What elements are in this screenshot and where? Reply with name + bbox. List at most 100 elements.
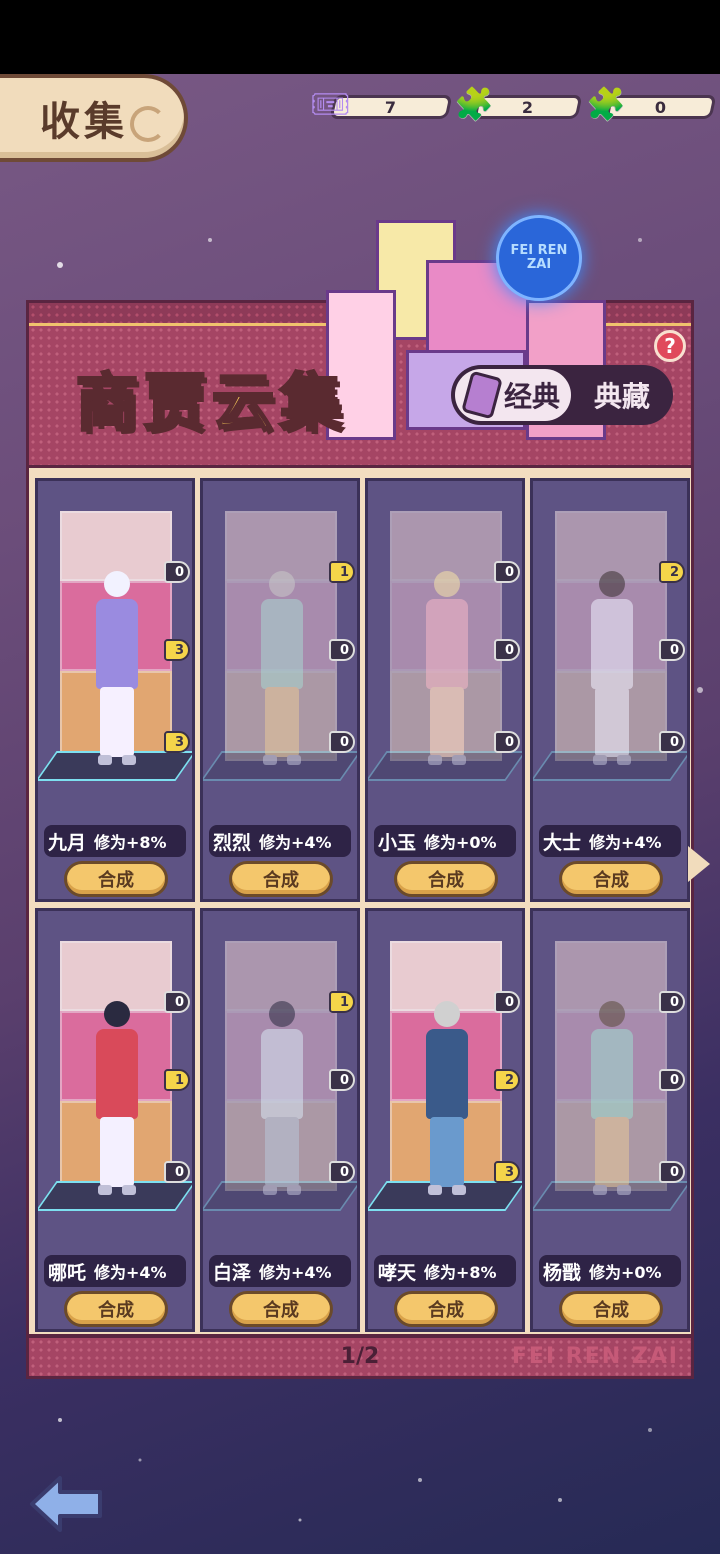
character-figure [86,571,146,771]
tab-collection-label: 典藏 [593,380,650,413]
page-title: 收集 [40,99,128,145]
character-name: 大士 [543,831,582,854]
merge-button[interactable]: 合成 [394,861,498,897]
character-name: 白泽 [213,1261,252,1284]
character-card[interactable]: 1 0 0 白泽 修为+4% 合成 [200,908,360,1332]
piece-count-badge: 3 [494,1161,520,1183]
tag-icon [461,370,503,420]
neon-sign-text: FEI REN ZAI [510,243,568,272]
piece-count-badge: 1 [329,991,355,1013]
puzzle-purple-icon: 🧩 [454,85,494,123]
character-card[interactable]: 1 0 0 烈烈 修为+4% 合成 [200,478,360,902]
piece-count-badge: 1 [164,1069,190,1091]
character-name: 哪吒 [48,1261,87,1284]
tab-classic[interactable]: 经典 [455,369,571,421]
card-info: 大士 修为+4% [539,825,681,857]
character-card[interactable]: 0 3 3 九月 修为+8% 合成 [35,478,195,902]
resource-puzzle-orange[interactable]: 🧩 0 [586,85,717,123]
next-page-arrow-icon[interactable] [688,846,710,882]
cultivation-bonus: 修为+8% [94,833,167,852]
character-figure [581,1001,641,1201]
help-button[interactable]: ? [654,330,686,362]
back-arrow-icon[interactable] [26,1472,106,1536]
character-name: 杨戬 [543,1261,582,1284]
puzzle-orange-icon: 🧩 [586,85,626,123]
tab-collection[interactable]: 典藏 [571,375,673,415]
character-name: 小玉 [378,831,417,854]
character-figure [416,571,476,771]
piece-count-badge: 0 [164,991,190,1013]
help-icon: ? [664,334,676,358]
card-info: 杨戬 修为+0% [539,1255,681,1287]
character-card[interactable]: 2 0 0 大士 修为+4% 合成 [530,478,690,902]
card-info: 哮天 修为+8% [374,1255,516,1287]
character-card[interactable]: 0 1 0 哪吒 修为+4% 合成 [35,908,195,1332]
cultivation-bonus: 修为+4% [259,833,332,852]
watermark-text: FEI REN ZAI [511,1344,679,1369]
piece-count-badge: 0 [329,731,355,753]
piece-count-badge: 3 [164,731,190,753]
piece-count-badge: 0 [164,1161,190,1183]
piece-count-badge: 0 [494,731,520,753]
piece-count-badge: 1 [329,561,355,583]
piece-count-badge: 0 [329,1069,355,1091]
character-figure [416,1001,476,1201]
resource-tickets[interactable]: 🎟 7 [310,85,453,123]
character-figure [581,571,641,771]
cultivation-bonus: 修为+4% [589,833,662,852]
character-name: 九月 [48,831,87,854]
swirl-ornament-icon [130,106,166,142]
merge-button[interactable]: 合成 [229,1291,333,1327]
banner-title: 商贾云集 [74,365,349,441]
cultivation-bonus: 修为+8% [424,1263,497,1282]
status-bar [0,0,720,74]
ticket-icon: 🎟 [310,85,351,123]
collection-panel: FEI REN ZAI 商贾云集 ? 经典 典藏 0 3 3 九月 修为+8% 合成… [26,215,694,1380]
piece-count-badge: 0 [329,1161,355,1183]
character-card[interactable]: 0 2 3 哮天 修为+8% 合成 [365,908,525,1332]
piece-count-badge: 0 [494,991,520,1013]
cultivation-bonus: 修为+4% [94,1263,167,1282]
piece-count-badge: 0 [329,639,355,661]
piece-count-badge: 2 [659,561,685,583]
card-info: 九月 修为+8% [44,825,186,857]
merge-button[interactable]: 合成 [559,1291,663,1327]
cultivation-bonus: 修为+0% [589,1263,662,1282]
piece-count-badge: 0 [659,1161,685,1183]
collection-title-tab: 收集 [0,74,188,162]
character-name: 哮天 [378,1261,417,1284]
merge-button[interactable]: 合成 [64,1291,168,1327]
merge-button[interactable]: 合成 [394,1291,498,1327]
merge-button[interactable]: 合成 [64,861,168,897]
card-grid: 0 3 3 九月 修为+8% 合成 1 0 0 烈烈 修为+4% 合成 0 0 0 小玉… [35,478,690,1332]
piece-count-badge: 3 [164,639,190,661]
card-info: 白泽 修为+4% [209,1255,351,1287]
piece-count-badge: 0 [659,639,685,661]
piece-count-badge: 0 [659,1069,685,1091]
piece-count-badge: 0 [659,991,685,1013]
resource-puzzle-purple-value: 2 [522,97,534,117]
piece-count-badge: 0 [494,639,520,661]
merge-button[interactable]: 合成 [559,861,663,897]
collection-mode-toggle[interactable]: 经典 典藏 [451,365,673,425]
piece-count-badge: 2 [494,1069,520,1091]
character-figure [251,1001,311,1201]
character-name: 烈烈 [213,831,252,854]
cultivation-bonus: 修为+4% [259,1263,332,1282]
character-figure [251,571,311,771]
card-info: 小玉 修为+0% [374,825,516,857]
character-card[interactable]: 0 0 0 杨戬 修为+0% 合成 [530,908,690,1332]
pager: 1/2 FEI REN ZAI [26,1335,694,1379]
merge-button[interactable]: 合成 [229,861,333,897]
cultivation-bonus: 修为+0% [424,833,497,852]
character-figure [86,1001,146,1201]
resource-puzzle-orange-value: 0 [655,97,667,117]
character-card[interactable]: 0 0 0 小玉 修为+0% 合成 [365,478,525,902]
resource-puzzle-purple[interactable]: 🧩 2 [454,85,583,123]
tab-classic-label: 经典 [503,380,560,413]
neon-sign: FEI REN ZAI [496,215,582,301]
resource-tickets-value: 7 [385,97,397,117]
piece-count-badge: 0 [494,561,520,583]
card-grid-container: 0 3 3 九月 修为+8% 合成 1 0 0 烈烈 修为+4% 合成 0 0 0 小玉… [26,465,694,1337]
piece-count-badge: 0 [164,561,190,583]
